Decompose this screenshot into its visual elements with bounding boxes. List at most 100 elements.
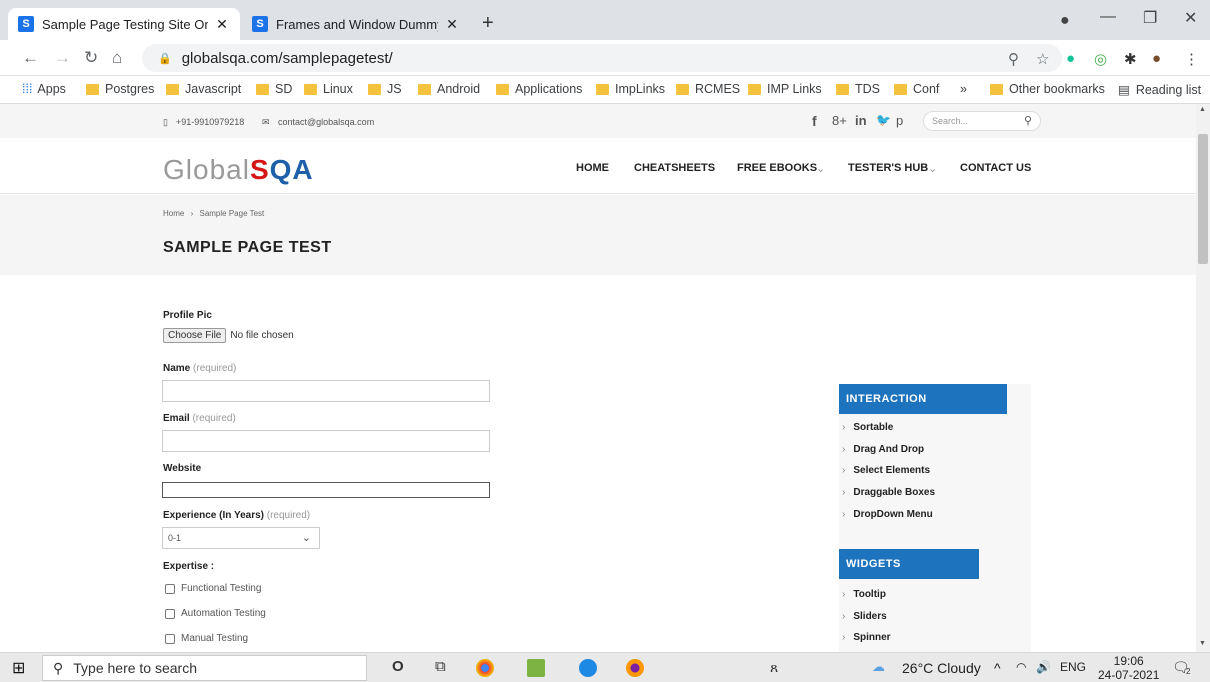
windows-start-icon[interactable]: ⊞ xyxy=(12,658,25,678)
bookmark-postgres[interactable]: Postgres xyxy=(86,82,154,96)
breadcrumb-home[interactable]: Home xyxy=(163,209,184,218)
sidebar-item-dropdown-menu[interactable]: › DropDown Menu xyxy=(842,509,933,520)
bookmarks-overflow[interactable]: » xyxy=(960,82,967,96)
volume-icon[interactable]: 🔊 xyxy=(1036,660,1051,674)
sidebar-item-sortable[interactable]: › Sortable xyxy=(842,422,893,433)
taskbar-search[interactable]: ⚲ Type here to search xyxy=(42,655,367,681)
sidebar-item-draggable-boxes[interactable]: › Draggable Boxes xyxy=(842,487,935,498)
edge-icon[interactable] xyxy=(579,659,597,677)
bookmark-conf[interactable]: Conf xyxy=(894,82,939,96)
chevron-right-icon: › xyxy=(842,589,846,600)
google-plus-icon[interactable]: 8+ xyxy=(832,113,847,128)
firefox-icon[interactable] xyxy=(626,659,644,677)
reading-list-icon: ▤ xyxy=(1118,83,1130,97)
tab-sample-page[interactable]: S Sample Page Testing Site Online ✕ xyxy=(8,8,240,40)
apps-grid-icon: ⁞⁞⁞ xyxy=(22,82,33,96)
site-search-input[interactable]: Search... xyxy=(932,116,968,126)
menu-contact-us[interactable]: CONTACT US xyxy=(960,162,1031,174)
pinterest-icon[interactable]: p xyxy=(896,113,903,128)
bookmark-implinks[interactable]: ImpLinks xyxy=(596,82,665,96)
scrollbar-thumb[interactable] xyxy=(1198,134,1208,264)
sidebar-item-tooltip[interactable]: › Tooltip xyxy=(842,589,886,600)
scroll-down-icon[interactable]: ▼ xyxy=(1199,640,1206,647)
forward-icon[interactable]: → xyxy=(54,48,71,68)
chrome-icon[interactable] xyxy=(476,659,494,677)
home-icon[interactable]: ⌂ xyxy=(112,48,122,68)
folder-icon xyxy=(748,83,761,95)
website-field[interactable] xyxy=(162,482,490,498)
scroll-up-icon[interactable]: ▲ xyxy=(1199,106,1206,113)
close-icon[interactable]: ✕ xyxy=(214,16,230,33)
zoom-icon[interactable]: ⚲ xyxy=(1008,50,1019,68)
weather-text[interactable]: 26°C Cloudy xyxy=(902,660,981,676)
back-icon[interactable]: ← xyxy=(22,48,39,68)
experience-select[interactable]: 0-1 ⌄ xyxy=(162,527,320,549)
puzzle-icon[interactable]: ✱ xyxy=(1124,50,1137,68)
linkedin-icon[interactable]: in xyxy=(855,113,867,128)
window-close-icon[interactable]: ✕ xyxy=(1184,8,1197,28)
sidebar-item-sliders[interactable]: › Sliders xyxy=(842,611,887,622)
close-icon[interactable]: ✕ xyxy=(444,16,460,33)
bookmark-tds[interactable]: TDS xyxy=(836,82,880,96)
menu-home[interactable]: HOME xyxy=(576,162,609,174)
site-logo[interactable]: GlobalSQA xyxy=(163,154,314,186)
sidebar: INTERACTION › Sortable › Drag And Drop › Se… xyxy=(839,384,1031,652)
language-indicator[interactable]: ENG xyxy=(1060,660,1086,674)
avatar[interactable]: ● xyxy=(1152,50,1161,67)
bookmark-javascript[interactable]: Javascript xyxy=(166,82,241,96)
cortana-icon[interactable]: O xyxy=(392,658,404,675)
new-tab-icon[interactable]: + xyxy=(482,12,494,35)
checkbox-automation-testing[interactable]: Automation Testing xyxy=(165,608,266,619)
clock-date: 24-07-2021 xyxy=(1098,668,1160,682)
page-scrollbar[interactable]: ▲ ▼ xyxy=(1196,104,1210,652)
bookmark-android[interactable]: Android xyxy=(418,82,480,96)
bookmark-other[interactable]: Other bookmarks xyxy=(990,82,1105,96)
bookmark-rcmes[interactable]: RCMES xyxy=(676,82,740,96)
star-icon[interactable]: ☆ xyxy=(1036,50,1049,68)
extension-icon[interactable]: ◎ xyxy=(1094,50,1107,68)
facebook-icon[interactable]: f xyxy=(812,113,817,129)
bookmark-sd[interactable]: SD xyxy=(256,82,292,96)
email-field[interactable] xyxy=(162,430,490,452)
url-bar[interactable]: 🔒 globalsqa.com/samplepagetest/ xyxy=(142,44,1062,72)
checkbox[interactable] xyxy=(165,608,175,619)
menu-testers-hub[interactable]: TESTER'S HUB xyxy=(848,162,928,174)
twitter-icon[interactable]: 🐦 xyxy=(876,113,891,127)
clock[interactable]: 19:06 24-07-2021 xyxy=(1098,654,1159,682)
minimize-icon[interactable]: — xyxy=(1100,8,1116,26)
reading-list-button[interactable]: ▤ Reading list xyxy=(1118,82,1201,98)
name-field[interactable] xyxy=(162,380,490,402)
menu-cheatsheets[interactable]: CHEATSHEETS xyxy=(634,162,715,174)
profile-menu-icon[interactable]: ● xyxy=(1060,12,1070,30)
sidebar-item-spinner[interactable]: › Spinner xyxy=(842,632,891,643)
bookmark-js[interactable]: JS xyxy=(368,82,402,96)
checkbox[interactable] xyxy=(165,583,175,594)
contact-email[interactable]: contact@globalsqa.com xyxy=(278,117,374,127)
site-search-box[interactable]: Search... ⚲ xyxy=(923,111,1041,131)
bookmark-imp-links[interactable]: IMP Links xyxy=(748,82,822,96)
bookmark-apps[interactable]: ⁞⁞⁞ Apps xyxy=(22,82,66,96)
sidebar-item-select-elements[interactable]: › Select Elements xyxy=(842,465,930,476)
taskbar-search-input[interactable]: Type here to search xyxy=(73,660,197,676)
bookmark-applications[interactable]: Applications xyxy=(496,82,582,96)
checkbox[interactable] xyxy=(165,633,175,644)
checkbox-manual-testing[interactable]: Manual Testing xyxy=(165,633,248,644)
network-icon[interactable]: ◠ xyxy=(1016,660,1026,674)
task-view-icon[interactable]: ⧉ xyxy=(435,658,446,675)
tab-frames-window[interactable]: S Frames and Window Dummy Tes ✕ xyxy=(242,8,470,40)
sidebar-item-drag-and-drop[interactable]: › Drag And Drop xyxy=(842,444,924,455)
menu-free-ebooks[interactable]: FREE EBOOKS xyxy=(737,162,817,174)
paint-icon[interactable] xyxy=(527,659,545,677)
tray-chevron-icon[interactable]: ^ xyxy=(994,660,1001,676)
file-upload[interactable]: Choose File No file chosen xyxy=(163,328,294,343)
reload-icon[interactable]: ↻ xyxy=(84,48,98,68)
more-icon[interactable]: ⋮ xyxy=(1184,50,1199,68)
search-icon[interactable]: ⚲ xyxy=(1024,114,1032,127)
checkbox-functional-testing[interactable]: Functional Testing xyxy=(165,583,261,594)
bookmark-linux[interactable]: Linux xyxy=(304,82,353,96)
grammarly-icon[interactable]: ● xyxy=(1066,50,1075,67)
mail-icon: ✉ xyxy=(262,117,270,127)
maximize-icon[interactable]: ❐ xyxy=(1143,8,1157,28)
choose-file-button[interactable]: Choose File xyxy=(163,328,227,343)
people-icon[interactable]: ጸ xyxy=(770,659,778,676)
